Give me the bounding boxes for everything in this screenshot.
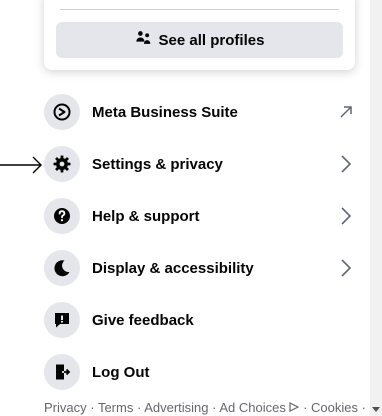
menu-item-display-accessibility[interactable]: Display & accessibility [44,244,360,292]
footer-link-terms[interactable]: Terms [98,400,133,415]
people-icon [135,29,153,51]
chevron-right-icon [336,206,356,226]
menu-item-settings-privacy[interactable]: Settings & privacy [44,140,360,188]
account-menu-panel: See all profiles Meta Business Suite Set… [0,0,370,416]
scrollbar[interactable] [370,0,382,416]
annotation-arrow-icon [0,156,42,174]
meta-business-suite-icon [44,94,80,130]
menu-item-meta-business-suite[interactable]: Meta Business Suite [44,88,360,136]
menu-item-log-out[interactable]: Log Out [44,348,360,396]
see-all-profiles-button[interactable]: See all profiles [56,22,343,58]
moon-icon [44,250,80,286]
see-all-profiles-label: See all profiles [158,31,265,49]
chevron-right-icon [336,258,356,278]
footer-link-privacy[interactable]: Privacy [44,400,87,415]
footer-link-ad-choices[interactable]: Ad Choices [219,400,285,415]
question-icon [44,198,80,234]
menu-item-help-support[interactable]: Help & support [44,192,360,240]
external-link-icon [336,102,356,122]
feedback-icon [44,302,80,338]
menu-item-label: Help & support [92,207,200,225]
ad-choices-icon [289,400,300,415]
logout-icon [44,354,80,390]
footer-link-advertising[interactable]: Advertising [144,400,208,415]
scroll-down-arrow-icon[interactable] [372,407,380,412]
menu-item-label: Settings & privacy [92,155,223,173]
footer-links: Privacy · Terms · Advertising · Ad Choic… [44,400,366,415]
menu-item-give-feedback[interactable]: Give feedback [44,296,360,344]
menu-item-label: Log Out [92,363,150,381]
menu-item-label: Meta Business Suite [92,103,238,121]
profiles-card: See all profiles [44,0,355,70]
menu-item-label: Give feedback [92,311,194,329]
divider [60,9,339,10]
footer-link-cookies[interactable]: Cookies [311,400,358,415]
chevron-right-icon [336,154,356,174]
menu-item-label: Display & accessibility [92,259,254,277]
gear-icon [44,146,80,182]
